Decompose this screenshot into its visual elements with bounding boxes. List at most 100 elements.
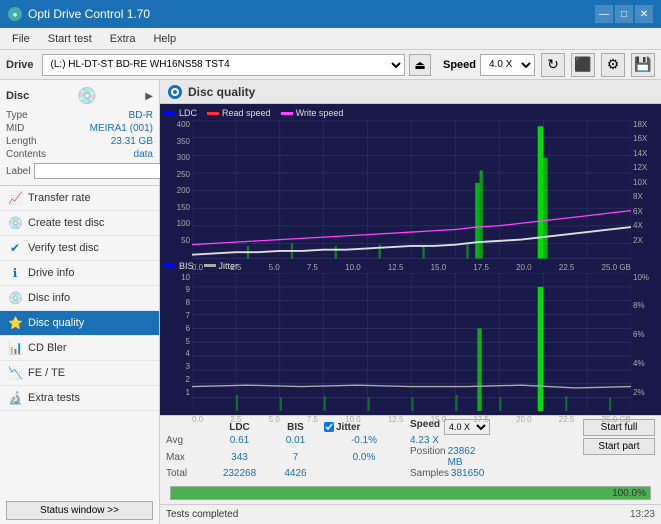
progress-container: 100.0% xyxy=(160,482,661,504)
ldc-legend: LDC xyxy=(164,108,197,118)
top-chart-inner: 0.0 2.5 5.0 7.5 10.0 12.5 15.0 17.5 20.0… xyxy=(192,120,631,259)
nav-transfer-rate[interactable]: 📈 Transfer rate xyxy=(0,186,159,211)
content-icon xyxy=(168,85,182,99)
nav-fe-te[interactable]: 📉 FE / TE xyxy=(0,361,159,386)
drive-label: Drive xyxy=(6,59,34,71)
disc-title: Disc xyxy=(6,90,29,102)
write-speed-legend-color xyxy=(281,112,293,115)
save-button[interactable]: 💾 xyxy=(631,53,655,77)
maximize-button[interactable]: □ xyxy=(615,5,633,23)
max-bis: 7 xyxy=(273,452,318,463)
disc-type-value: BD-R xyxy=(129,110,153,121)
bis-legend-label: BIS xyxy=(179,261,194,271)
top-chart-svg xyxy=(192,120,631,259)
avg-speed: 4.23 X xyxy=(410,435,490,446)
nav-create-test-disc[interactable]: 💿 Create test disc xyxy=(0,211,159,236)
position-value: 23862 MB xyxy=(448,446,490,468)
start-part-button[interactable]: Start part xyxy=(583,438,655,455)
content-area: Disc quality LDC Read speed xyxy=(160,80,661,524)
bottom-x-axis: 0.0 2.5 5.0 7.5 10.0 12.5 15.0 17.5 20.0… xyxy=(192,415,631,424)
drive-info-icon: ℹ xyxy=(8,266,22,280)
main-content: Disc 💿 ▶ Type BD-R MID MEIRA1 (001) Leng… xyxy=(0,80,661,524)
nav-disc-info-label: Disc info xyxy=(28,292,70,304)
nav-disc-info[interactable]: 💿 Disc info xyxy=(0,286,159,311)
write-speed-legend: Write speed xyxy=(281,108,344,118)
total-bis: 4426 xyxy=(273,468,318,479)
write-speed-legend-label: Write speed xyxy=(296,108,344,118)
disc-icon: 💿 xyxy=(77,86,97,106)
minimize-button[interactable]: — xyxy=(595,5,613,23)
content-title: Disc quality xyxy=(188,85,255,99)
samples-value: 381650 xyxy=(451,468,484,479)
bottom-chart-inner: 0.0 2.5 5.0 7.5 10.0 12.5 15.0 17.5 20.0… xyxy=(192,273,631,412)
nav-drive-info-label: Drive info xyxy=(28,267,74,279)
disc-label-input[interactable] xyxy=(34,163,172,179)
nav-fe-te-label: FE / TE xyxy=(28,367,65,379)
read-speed-legend-label: Read speed xyxy=(222,108,271,118)
avg-bis: 0.01 xyxy=(273,435,318,446)
extra-tests-icon: 🔬 xyxy=(8,391,22,405)
drive-select[interactable]: (L:) HL-DT-ST BD-RE WH16NS58 TST4 xyxy=(42,54,405,76)
disc-mid-field: MID MEIRA1 (001) xyxy=(6,123,153,134)
disc-length-field: Length 23.31 GB xyxy=(6,136,153,147)
stats-total-row: Total 232268 4426 Samples 381650 xyxy=(166,468,579,479)
stats-row: LDC BIS Jitter Speed 4.0 X xyxy=(166,419,655,479)
titlebar: ● Opti Drive Control 1.70 — □ ✕ xyxy=(0,0,661,28)
speed-select[interactable]: 4.0 X 2.0 X 8.0 X xyxy=(480,54,535,76)
nav-extra-tests-label: Extra tests xyxy=(28,392,80,404)
top-chart: 400 350 300 250 200 150 100 50 xyxy=(164,120,657,259)
app-icon: ● xyxy=(8,7,22,21)
status-window-button[interactable]: Status window >> xyxy=(6,501,153,520)
bottom-chart-container: BIS Jitter 10 9 8 7 6 5 4 xyxy=(164,261,657,412)
menu-start-test[interactable]: Start test xyxy=(40,31,100,47)
app-title: Opti Drive Control 1.70 xyxy=(28,7,150,21)
nav-items: 📈 Transfer rate 💿 Create test disc ✔ Ver… xyxy=(0,186,159,497)
bottom-chart: 10 9 8 7 6 5 4 3 2 1 xyxy=(164,273,657,412)
nav-drive-info[interactable]: ℹ Drive info xyxy=(0,261,159,286)
disc-length-value: 23.31 GB xyxy=(111,136,153,147)
speed-label: Speed xyxy=(443,59,476,71)
progress-bar-fill xyxy=(171,487,650,499)
stats-bar: LDC BIS Jitter Speed 4.0 X xyxy=(160,415,661,482)
ldc-legend-color xyxy=(164,112,176,115)
top-chart-legend: LDC Read speed Write speed xyxy=(164,108,657,118)
disc-quality-icon: ⭐ xyxy=(8,316,22,330)
max-ldc: 343 xyxy=(212,452,267,463)
stats-max-row: Max 343 7 0.0% Position 23862 MB xyxy=(166,446,579,468)
avg-ldc: 0.61 xyxy=(212,435,267,446)
cd-bler-icon: 📊 xyxy=(8,341,22,355)
top-chart-container: LDC Read speed Write speed 400 xyxy=(164,108,657,259)
disc-icon-arrow: ▶ xyxy=(145,91,153,102)
close-button[interactable]: ✕ xyxy=(635,5,653,23)
stop-button[interactable]: ⬛ xyxy=(571,53,595,77)
disc-panel: Disc 💿 ▶ Type BD-R MID MEIRA1 (001) Leng… xyxy=(0,80,159,186)
position-area: Position 23862 MB xyxy=(410,446,490,468)
nav-cd-bler-label: CD Bler xyxy=(28,342,67,354)
nav-disc-quality[interactable]: ⭐ Disc quality xyxy=(0,311,159,336)
bottom-y-axis-left: 10 9 8 7 6 5 4 3 2 1 xyxy=(164,273,192,412)
max-label: Max xyxy=(166,452,206,463)
bottom-chart-legend: BIS Jitter xyxy=(164,261,657,271)
nav-transfer-rate-label: Transfer rate xyxy=(28,192,91,204)
progress-text: 100.0% xyxy=(612,487,646,501)
menu-file[interactable]: File xyxy=(4,31,38,47)
nav-verify-test-disc[interactable]: ✔ Verify test disc xyxy=(0,236,159,261)
nav-create-test-disc-label: Create test disc xyxy=(28,217,104,229)
nav-cd-bler[interactable]: 📊 CD Bler xyxy=(0,336,159,361)
nav-verify-test-disc-label: Verify test disc xyxy=(28,242,99,254)
nav-disc-quality-label: Disc quality xyxy=(28,317,84,329)
stats-avg-row: Avg 0.61 0.01 -0.1% 4.23 X xyxy=(166,435,579,446)
avg-jitter: -0.1% xyxy=(324,435,404,446)
menu-help[interactable]: Help xyxy=(145,31,184,47)
refresh-button[interactable]: ↻ xyxy=(541,53,565,77)
bottom-y-axis-right: 10% 8% 6% 4% 2% xyxy=(631,273,657,412)
read-speed-legend: Read speed xyxy=(207,108,271,118)
top-y-axis-right: 18X 16X 14X 12X 10X 8X 6X 4X 2X xyxy=(631,120,657,259)
avg-label: Avg xyxy=(166,435,206,446)
settings-button[interactable]: ⚙ xyxy=(601,53,625,77)
menu-extra[interactable]: Extra xyxy=(102,31,144,47)
disc-label-text: Label xyxy=(6,166,30,177)
window-controls: — □ ✕ xyxy=(595,5,653,23)
nav-extra-tests[interactable]: 🔬 Extra tests xyxy=(0,386,159,411)
eject-button[interactable]: ⏏ xyxy=(409,54,431,76)
